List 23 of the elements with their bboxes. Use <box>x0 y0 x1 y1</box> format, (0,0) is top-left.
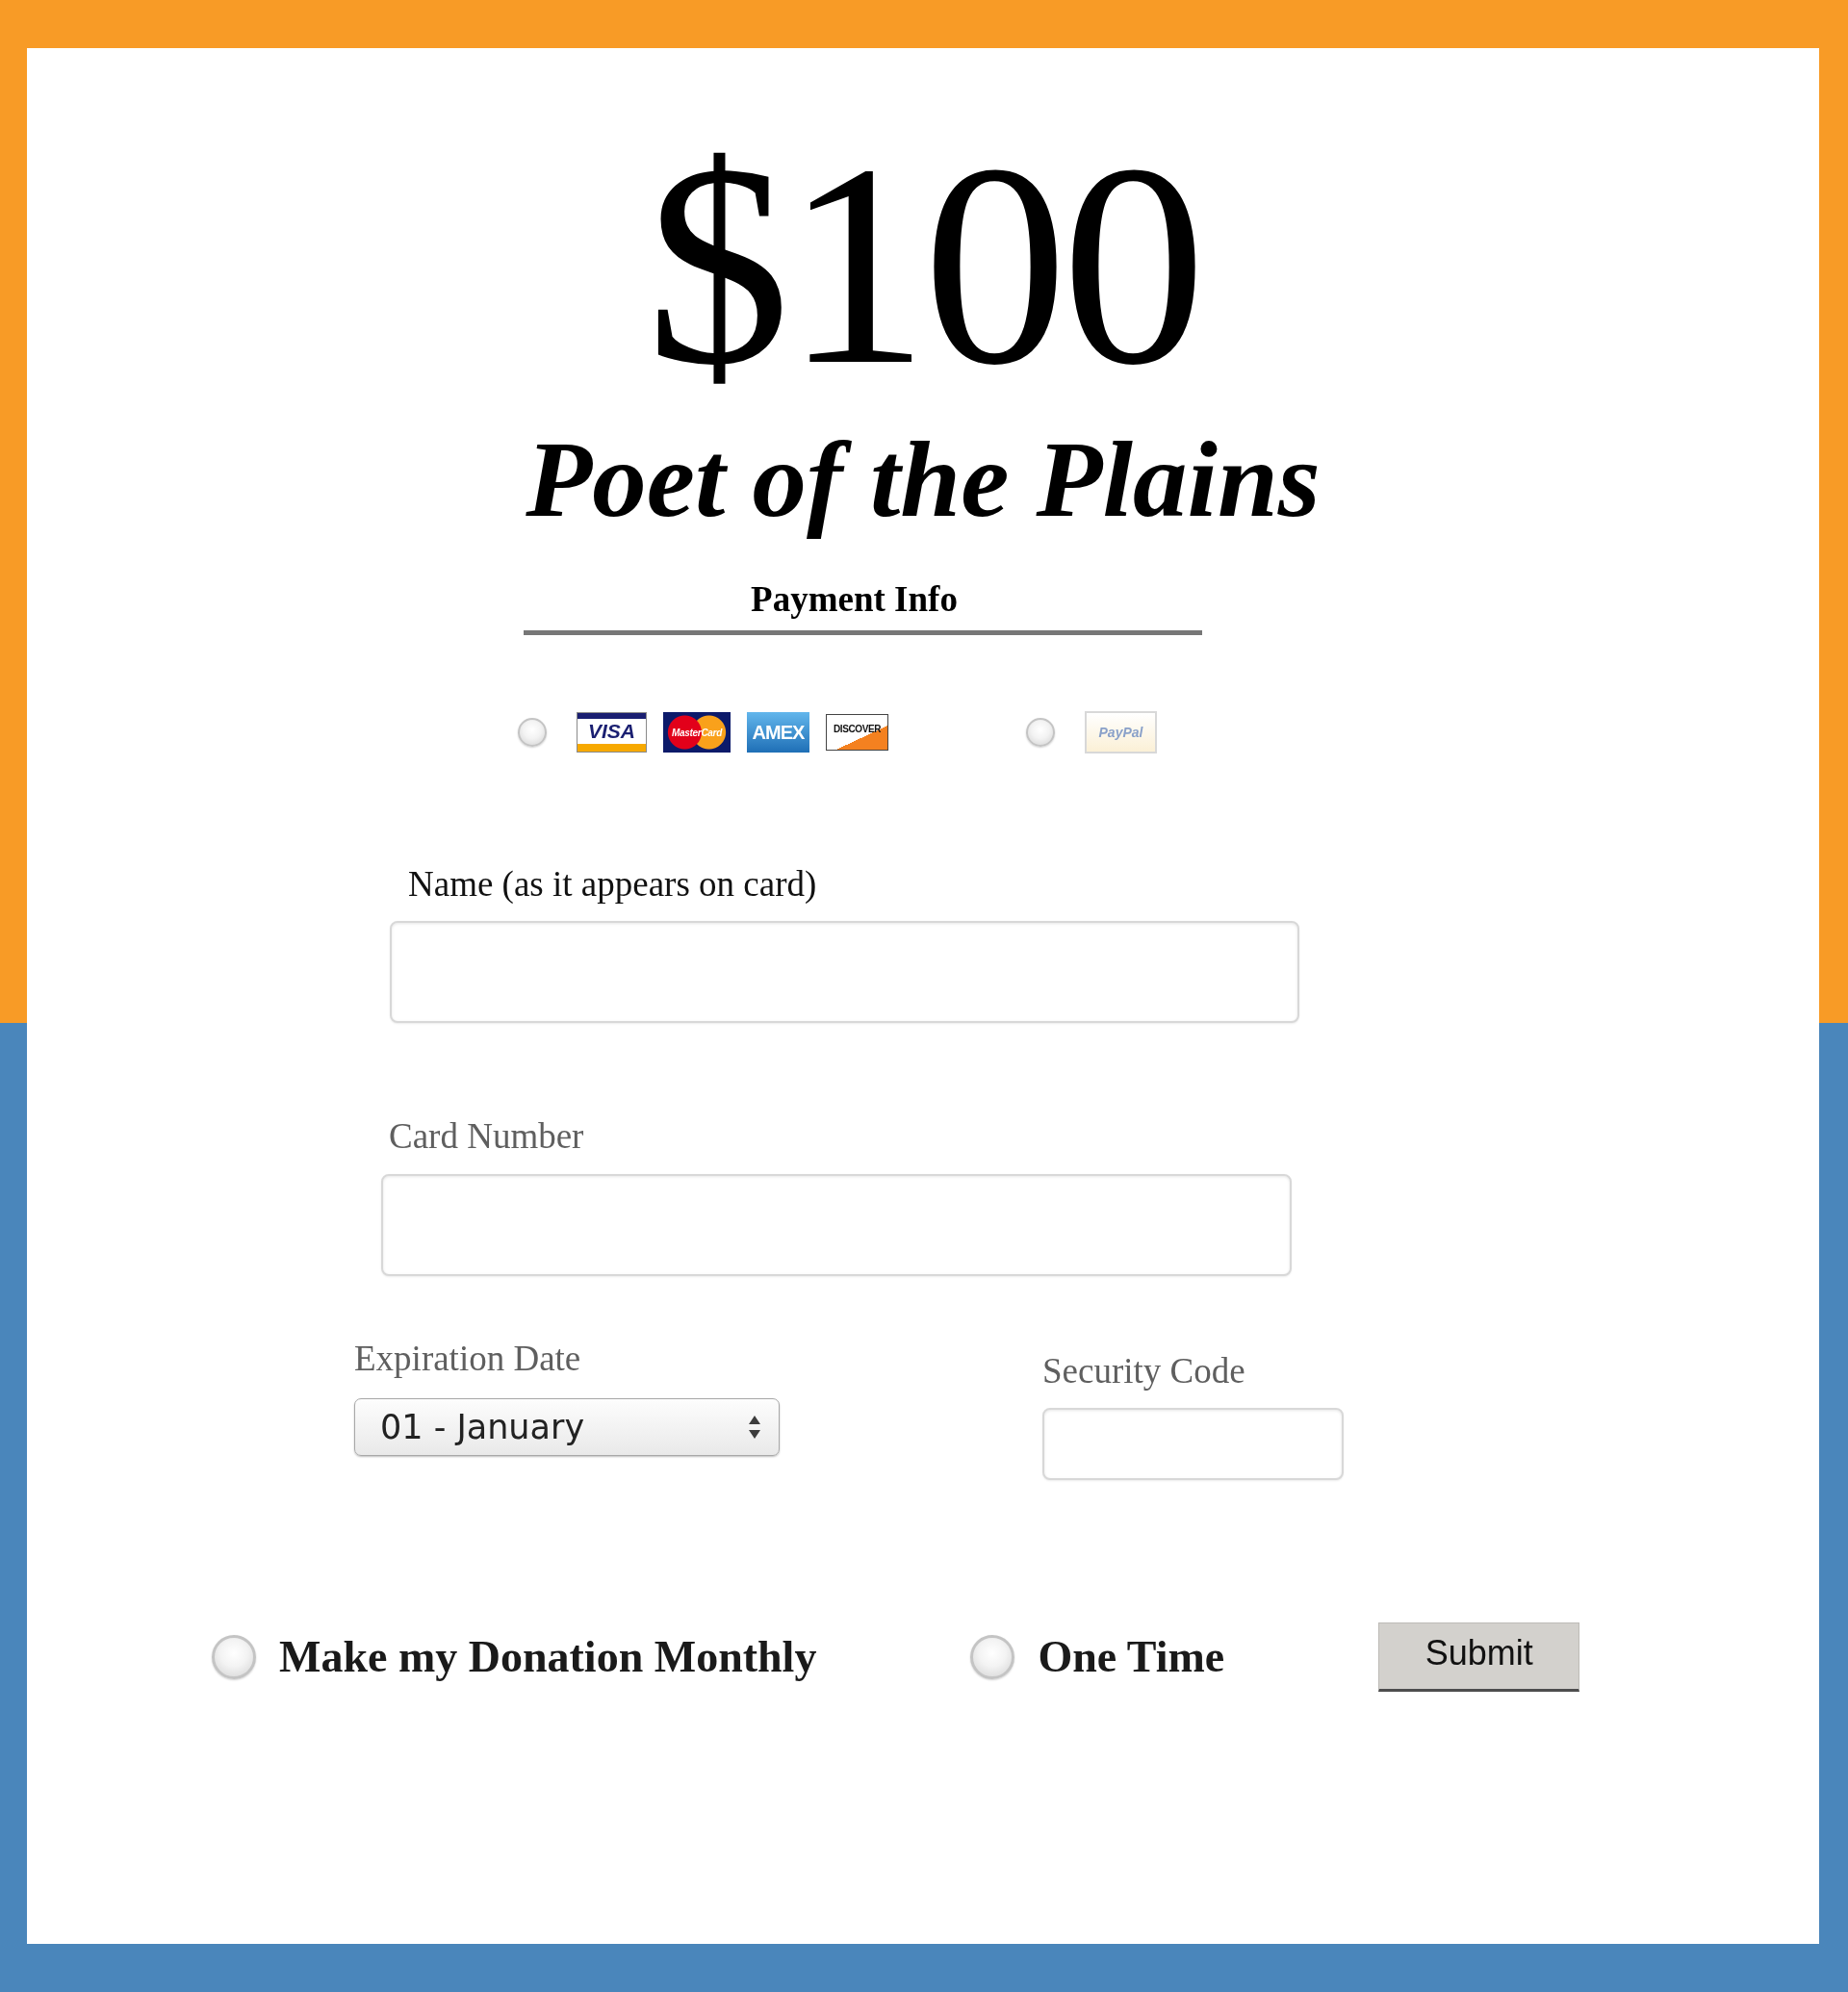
radio-label[interactable]: Make my Donation Monthly <box>279 1631 817 1683</box>
radio-button[interactable] <box>970 1635 1015 1679</box>
submit-button[interactable]: Submit <box>1378 1622 1580 1692</box>
card-number-input[interactable] <box>381 1174 1292 1276</box>
field-label: Security Code <box>1042 1351 1245 1392</box>
up-down-arrows-icon <box>749 1416 760 1439</box>
radio-label[interactable]: One Time <box>1038 1631 1225 1683</box>
field-label: Name (as it appears on card) <box>408 864 817 905</box>
radio-button[interactable] <box>1026 718 1055 747</box>
radio-button[interactable] <box>518 718 547 747</box>
name-input[interactable] <box>390 921 1299 1023</box>
security-code-input[interactable] <box>1042 1408 1344 1480</box>
payment-logo: AMEX <box>747 712 809 753</box>
section-heading: Payment Info <box>751 578 958 621</box>
field-label: Card Number <box>389 1116 584 1157</box>
payment-logo: PayPal <box>1085 711 1157 753</box>
donation-amount: $100 <box>646 120 1200 409</box>
field-label: Expiration Date <box>354 1339 581 1379</box>
month-dropdown[interactable]: 01 - January <box>354 1398 780 1456</box>
page-title: Poet of the Plains <box>526 418 1321 541</box>
payment-logo: VISA <box>577 712 647 753</box>
payment-logo: DISCOVER <box>826 714 888 751</box>
radio-button[interactable] <box>212 1635 256 1679</box>
